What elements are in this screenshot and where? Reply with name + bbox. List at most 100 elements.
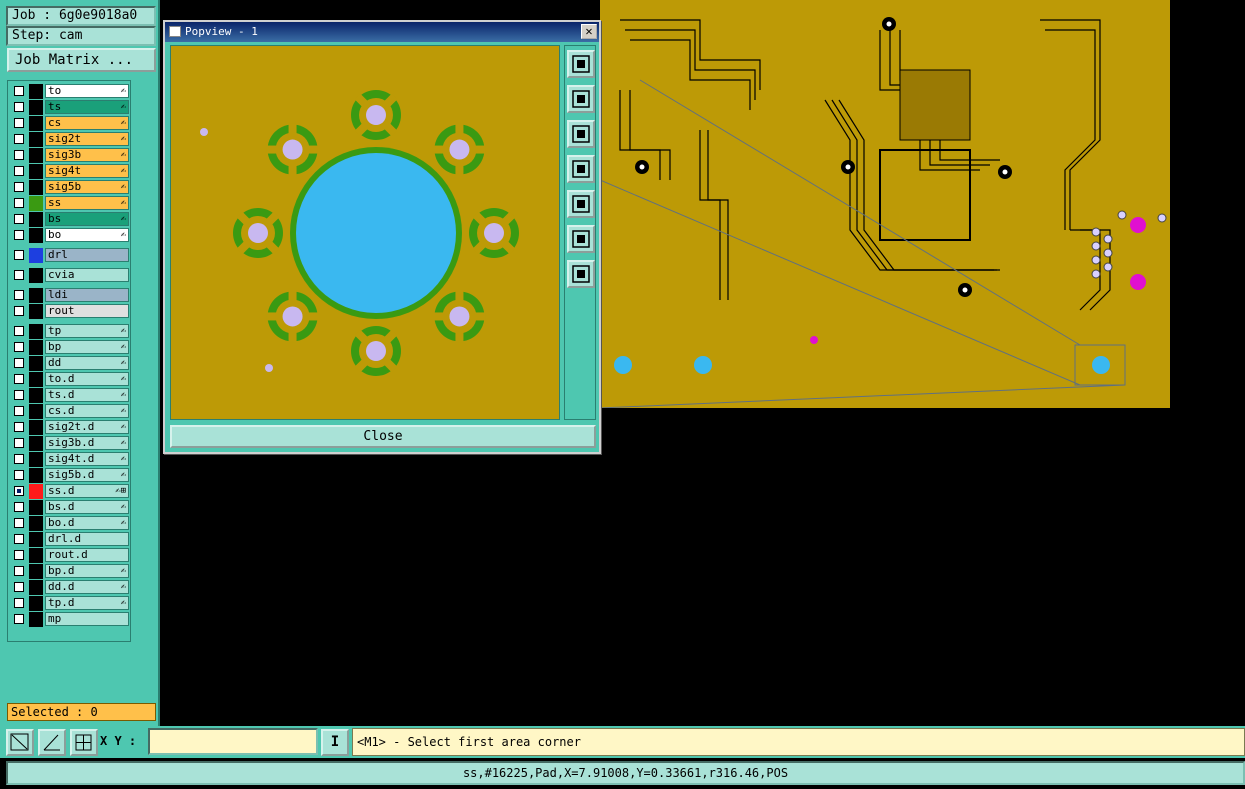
layer-name[interactable]: rout [45,304,129,318]
layer-name[interactable]: dd ✍ [45,356,129,370]
layer-row[interactable]: rout [11,304,129,319]
pan-up-button[interactable] [567,85,595,113]
layer-affected-flag[interactable]: ✍ [121,85,126,97]
layer-checkbox[interactable] [14,454,24,464]
layer-affected-flag[interactable]: ✍ [121,357,126,369]
layer-color-swatch[interactable] [29,436,43,451]
layer-row[interactable]: ss.d ✍⊞ [11,484,129,499]
layer-name[interactable]: ss ✍ [45,196,129,210]
layer-color-swatch[interactable] [29,420,43,435]
layer-color-swatch[interactable] [29,340,43,355]
layer-affected-flag[interactable]: ✍ [121,373,126,385]
layer-color-swatch[interactable] [29,268,43,283]
layer-color-swatch[interactable] [29,228,43,243]
layer-row[interactable]: rout.d [11,548,129,563]
pan-left-button[interactable] [567,155,595,183]
layer-affected-flag[interactable]: ✍ [121,101,126,113]
layer-row[interactable]: dd ✍ [11,356,129,371]
layer-name[interactable]: sig4t.d ✍ [45,452,129,466]
layer-checkbox[interactable] [14,422,24,432]
layer-row[interactable]: sig5b ✍ [11,180,129,195]
layer-color-swatch[interactable] [29,484,43,499]
layer-color-swatch[interactable] [29,356,43,371]
layer-color-swatch[interactable] [29,452,43,467]
zoom-out-button[interactable] [567,260,595,288]
layer-name[interactable]: sig3b.d ✍ [45,436,129,450]
layer-row[interactable]: bs.d ✍ [11,500,129,515]
layer-affected-flag[interactable]: ✍ [121,565,126,577]
layer-color-swatch[interactable] [29,304,43,319]
layer-name[interactable]: dd.d ✍ [45,580,129,594]
layer-row[interactable]: sig2t ✍ [11,132,129,147]
layer-checkbox[interactable] [14,326,24,336]
layer-name[interactable]: bs ✍ [45,212,129,226]
layer-checkbox[interactable] [14,270,24,280]
layer-affected-flag[interactable]: ✍ [121,597,126,609]
layer-affected-flag[interactable]: ✍ [121,325,126,337]
layer-name[interactable]: to.d ✍ [45,372,129,386]
layer-checkbox[interactable] [14,250,24,260]
layer-color-swatch[interactable] [29,288,43,303]
layer-color-swatch[interactable] [29,180,43,195]
layer-checkbox[interactable] [14,102,24,112]
layer-checkbox[interactable] [14,406,24,416]
layer-row[interactable]: sig4t ✍ [11,164,129,179]
layer-name[interactable]: ss.d ✍⊞ [45,484,129,498]
layer-checkbox[interactable] [14,134,24,144]
layer-color-swatch[interactable] [29,148,43,163]
angle-tool-button[interactable] [38,729,66,756]
layer-row[interactable]: dd.d ✍ [11,580,129,595]
layer-checkbox[interactable] [14,598,24,608]
layer-name[interactable]: cvia [45,268,129,282]
layer-checkbox[interactable] [14,358,24,368]
layer-affected-flag[interactable]: ✍⊞ [115,485,126,497]
layer-affected-flag[interactable]: ✍ [121,517,126,529]
layer-row[interactable]: ts.d ✍ [11,388,129,403]
layer-name[interactable]: drl.d [45,532,129,546]
zoom-fit-button[interactable] [567,50,595,78]
layer-row[interactable]: to.d ✍ [11,372,129,387]
layer-checkbox[interactable] [14,390,24,400]
layer-affected-flag[interactable]: ✍ [121,197,126,209]
layer-affected-flag[interactable]: ✍ [121,581,126,593]
layer-name[interactable]: sig5b ✍ [45,180,129,194]
layer-name[interactable]: cs.d ✍ [45,404,129,418]
layer-color-swatch[interactable] [29,564,43,579]
layer-name[interactable]: ts ✍ [45,100,129,114]
layer-color-swatch[interactable] [29,532,43,547]
layer-row[interactable]: tp.d ✍ [11,596,129,611]
layer-affected-flag[interactable]: ✍ [121,341,126,353]
layer-row[interactable]: mp [11,612,129,627]
layer-checkbox[interactable] [14,470,24,480]
layer-color-swatch[interactable] [29,388,43,403]
window-menu-icon[interactable] [169,26,181,37]
layer-row[interactable]: cs.d ✍ [11,404,129,419]
layer-color-swatch[interactable] [29,580,43,595]
layer-color-swatch[interactable] [29,132,43,147]
measure-tool-button[interactable] [6,729,34,756]
layer-name[interactable]: tp.d ✍ [45,596,129,610]
layer-affected-flag[interactable]: ✍ [121,117,126,129]
layer-checkbox[interactable] [14,150,24,160]
layer-row[interactable]: sig2t.d ✍ [11,420,129,435]
layer-color-swatch[interactable] [29,116,43,131]
layer-checkbox[interactable] [14,502,24,512]
layer-checkbox[interactable] [14,614,24,624]
layer-affected-flag[interactable]: ✍ [121,405,126,417]
layer-row[interactable]: cs ✍ [11,116,129,131]
layer-affected-flag[interactable]: ✍ [121,165,126,177]
layer-name[interactable]: sig2t.d ✍ [45,420,129,434]
layer-color-swatch[interactable] [29,84,43,99]
layer-checkbox[interactable] [14,166,24,176]
layer-color-swatch[interactable] [29,516,43,531]
layer-row[interactable]: drl.d [11,532,129,547]
job-matrix-button[interactable]: Job Matrix ... [7,48,156,72]
layer-checkbox[interactable] [14,534,24,544]
layer-row[interactable]: ts ✍ [11,100,129,115]
layer-color-swatch[interactable] [29,324,43,339]
layer-color-swatch[interactable] [29,164,43,179]
layer-name[interactable]: bs.d ✍ [45,500,129,514]
layer-row[interactable]: bp ✍ [11,340,129,355]
layer-color-swatch[interactable] [29,196,43,211]
popview-canvas[interactable] [170,45,560,420]
